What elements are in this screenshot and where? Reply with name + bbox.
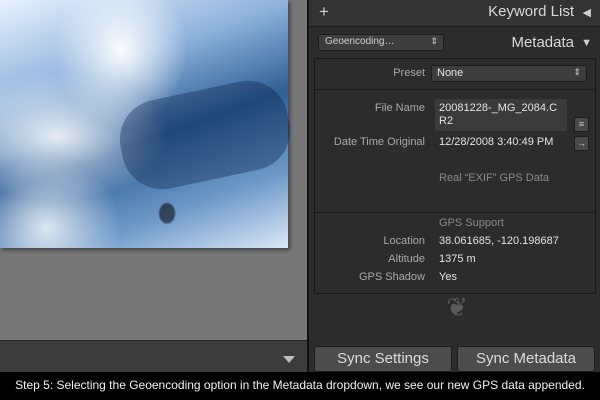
date-time-value: 12/28/2008 3:40:49 PM: [439, 136, 554, 148]
goto-arrow-icon[interactable]: →: [574, 136, 589, 151]
file-name-field[interactable]: 20081228-_MG_2084.CR2: [435, 99, 567, 131]
collapse-down-icon[interactable]: ▼: [581, 37, 592, 49]
keyword-list-header[interactable]: + Keyword List ◀: [309, 0, 600, 27]
separator: [315, 212, 595, 213]
collapse-left-icon[interactable]: ◀: [583, 6, 591, 19]
gps-support-heading: GPS Support: [439, 217, 504, 229]
updown-icon: ⇕: [573, 67, 581, 77]
filmstrip-toggle-icon[interactable]: [283, 356, 295, 363]
metadata-view-dropdown[interactable]: Geoencoding… ⇕: [318, 34, 444, 51]
separator: [315, 89, 595, 90]
location-value: 38.061685, -120.198687: [439, 235, 559, 247]
altitude-value: 1375 m: [439, 253, 476, 265]
step-caption: Step 5: Selecting the Geoencoding option…: [0, 372, 600, 400]
sync-metadata-button[interactable]: Sync Metadata: [457, 346, 595, 372]
photo-view-area: [0, 0, 307, 372]
photo-shadow-region: [112, 73, 298, 197]
updown-icon: ⇕: [430, 36, 438, 46]
preset-label: Preset: [393, 67, 425, 79]
panel-end-ornament: ❦: [446, 292, 468, 322]
right-panel: + Keyword List ◀ Geoencoding… ⇕ Metadata…: [309, 0, 600, 372]
date-time-label: Date Time Original: [333, 136, 425, 148]
location-label: Location: [383, 235, 425, 247]
filmstrip-bar: [0, 340, 307, 372]
metadata-title: Metadata: [511, 34, 574, 51]
preset-select[interactable]: None ⇕: [431, 65, 587, 82]
gps-shadow-label: GPS Shadow: [358, 271, 425, 283]
altitude-label: Altitude: [388, 253, 425, 265]
metadata-view-value: Geoencoding…: [325, 36, 395, 47]
list-icon[interactable]: ≡: [574, 117, 589, 132]
metadata-panel: Preset None ⇕ File Name 20081228-_MG_208…: [314, 58, 596, 294]
gps-shadow-value: Yes: [439, 271, 457, 283]
file-name-label: File Name: [374, 102, 425, 114]
plus-icon[interactable]: +: [319, 2, 329, 22]
preset-value: None: [437, 67, 464, 79]
sync-settings-button[interactable]: Sync Settings: [314, 346, 452, 372]
snow-photo[interactable]: [0, 0, 298, 248]
exif-gps-note: Real “EXIF” GPS Data: [439, 172, 550, 184]
keyword-list-title: Keyword List: [488, 3, 574, 20]
file-name-value: 20081228-_MG_2084.CR2: [439, 102, 558, 127]
